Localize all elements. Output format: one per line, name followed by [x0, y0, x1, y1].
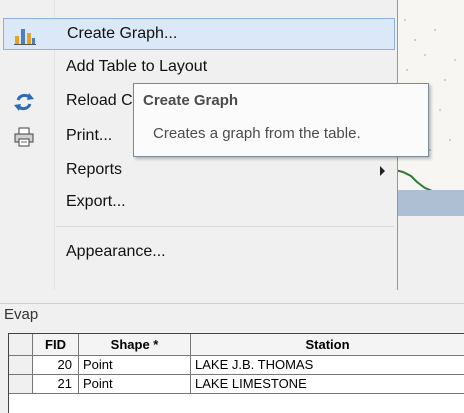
menu-item-create-graph[interactable]: Create Graph...: [3, 18, 395, 50]
menu-item-export[interactable]: Export...: [3, 187, 395, 219]
menu-item-reports[interactable]: Reports: [3, 155, 395, 187]
row-selector[interactable]: [9, 375, 33, 394]
table-window-title: Evap: [0, 303, 464, 326]
menu-item-label: Add Table to Layout: [66, 58, 208, 75]
menu-item-label: Reports: [66, 161, 123, 178]
table-cell-station[interactable]: LAKE LIMESTONE: [191, 375, 464, 394]
row-selector[interactable]: [9, 356, 33, 375]
column-header-fid[interactable]: FID: [33, 334, 79, 356]
table-cell-shape[interactable]: Point: [79, 356, 191, 375]
column-header-shape[interactable]: Shape *: [79, 334, 191, 356]
menu-item-appearance[interactable]: Appearance...: [3, 237, 395, 269]
menu-item-label: Create Graph...: [67, 25, 178, 42]
menu-item-label: Export...: [66, 193, 126, 210]
row-selector-header[interactable]: [9, 334, 33, 356]
table-title-label: Evap: [4, 306, 39, 323]
menu-separator: [56, 226, 394, 227]
tooltip-title: Create Graph: [143, 92, 239, 109]
bar-chart-icon: [13, 24, 37, 46]
menu-item-label: Appearance...: [66, 243, 166, 260]
table-cell-fid[interactable]: 20: [33, 356, 79, 375]
tooltip-description: Creates a graph from the table.: [153, 125, 361, 142]
attribute-table: FID Shape * Station 20 Point LAKE J.B. T…: [8, 333, 464, 413]
submenu-arrow-icon: [380, 166, 385, 176]
reload-icon: [12, 91, 36, 113]
printer-icon: [12, 126, 36, 148]
menu-item-add-table-to-layout[interactable]: Add Table to Layout: [3, 52, 395, 84]
table-cell-fid[interactable]: 21: [33, 375, 79, 394]
menu-item-label: Print...: [66, 127, 113, 144]
table-cell-shape[interactable]: Point: [79, 375, 191, 394]
table-cell-station[interactable]: LAKE J.B. THOMAS: [191, 356, 464, 375]
tooltip: Create Graph Creates a graph from the ta…: [133, 83, 429, 157]
column-header-station[interactable]: Station: [191, 334, 464, 356]
